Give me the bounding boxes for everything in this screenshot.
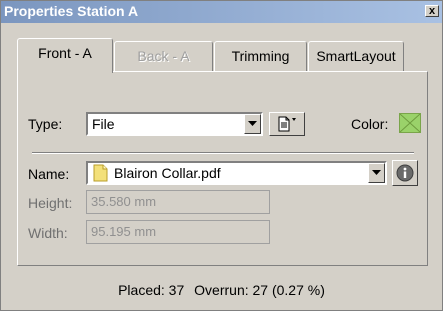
overrun-count: Overrun: 27 (0.27 %) (194, 282, 325, 298)
type-select[interactable]: File (86, 112, 263, 136)
tab-back-a: Back - A (114, 41, 213, 71)
chevron-down-icon (248, 121, 257, 126)
chevron-down-icon (372, 170, 381, 175)
tab-back-a-label: Back - A (137, 48, 190, 64)
width-field: 95.195 mm (86, 220, 270, 244)
front-a-panel: Type: File Color: Name: Blairon Collar.p… (17, 71, 428, 266)
file-icon (93, 164, 108, 182)
tab-front-a[interactable]: Front - A (17, 38, 113, 73)
type-dropdown-button[interactable] (244, 114, 261, 134)
document-options-icon (278, 116, 296, 132)
type-label: Type: (28, 116, 63, 132)
status-bar: Placed: 37 Overrun: 27 (0.27 %) (1, 282, 442, 298)
close-button[interactable]: x (425, 5, 439, 17)
file-info-button[interactable] (392, 160, 418, 186)
title-bar[interactable]: Properties Station A x (1, 1, 442, 23)
divider (32, 152, 414, 154)
properties-window: Properties Station A x Front - A Back - … (0, 0, 443, 311)
height-label: Height: (28, 195, 73, 211)
tab-trimming[interactable]: Trimming (214, 41, 307, 71)
width-label: Width: (28, 225, 68, 241)
tab-front-a-label: Front - A (38, 45, 92, 61)
name-label: Name: (28, 166, 70, 182)
type-select-value: File (92, 116, 115, 132)
name-select-value: Blairon Collar.pdf (114, 165, 221, 181)
tab-trimming-label: Trimming (231, 48, 290, 64)
tab-smartlayout[interactable]: SmartLayout (308, 41, 404, 71)
height-field: 35.580 mm (86, 190, 270, 214)
window-title: Properties Station A (4, 3, 139, 19)
color-label: Color: (351, 116, 389, 132)
color-swatch[interactable] (399, 113, 421, 133)
type-options-button[interactable] (269, 112, 305, 136)
name-select[interactable]: Blairon Collar.pdf (86, 161, 387, 185)
info-icon (396, 164, 414, 182)
color-swatch-cross-icon (400, 114, 420, 132)
name-dropdown-button[interactable] (368, 163, 385, 183)
tab-smartlayout-label: SmartLayout (316, 48, 396, 64)
close-icon: x (428, 5, 436, 17)
placed-count: Placed: 37 (118, 282, 185, 298)
